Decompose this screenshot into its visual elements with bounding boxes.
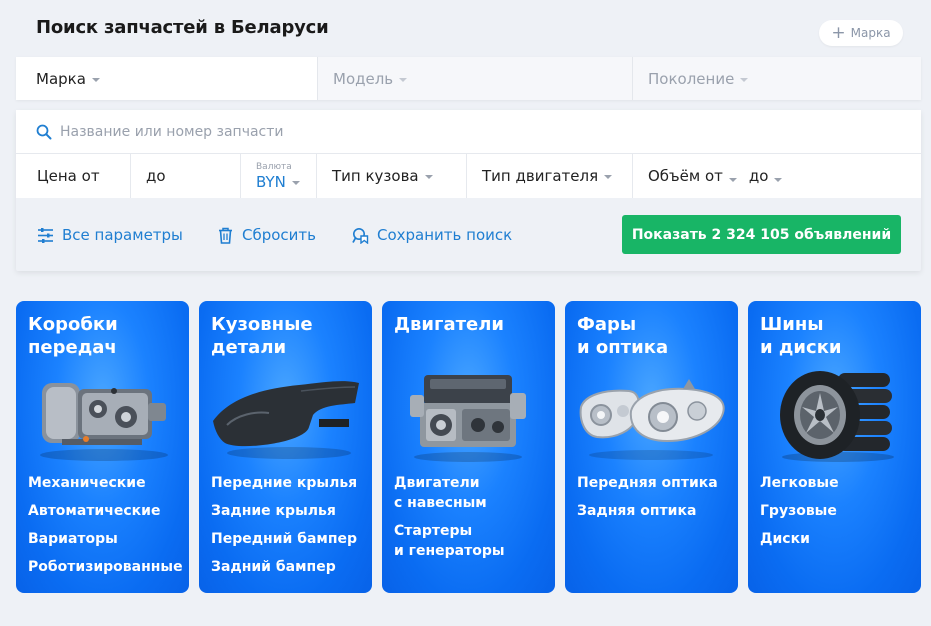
model-select[interactable]: Модель (317, 57, 632, 100)
category-link[interactable]: Задние крылья (211, 501, 357, 521)
category-link[interactable]: Вариаторы (28, 529, 183, 549)
brand-select[interactable]: Марка (16, 57, 317, 100)
gearbox-icon (40, 383, 168, 461)
currency-label: Валюта (256, 161, 292, 172)
car-fender-icon (213, 381, 359, 459)
save-search-button[interactable]: Сохранить поиск (352, 226, 512, 244)
tires-icon (780, 371, 894, 462)
add-brand-button[interactable]: + Марка (819, 20, 903, 46)
all-params-button[interactable]: Все параметры (37, 226, 183, 244)
currency-select[interactable]: Валюта BYN (240, 154, 316, 198)
vehicle-selectors: Марка Модель Поколение (16, 57, 921, 100)
category-title[interactable]: Двигатели (394, 313, 504, 336)
chevron-down-icon (728, 178, 737, 182)
price-from-input[interactable]: Цена от (16, 154, 130, 198)
category-link[interactable]: Двигатели с навесным (394, 473, 505, 513)
category-card-gearboxes[interactable]: Коробки передач Механические Автоматичес… (16, 301, 189, 593)
generation-select[interactable]: Поколение (632, 57, 921, 100)
body-type-select[interactable]: Тип кузова (316, 154, 466, 198)
category-cards: Коробки передач Механические Автоматичес… (16, 301, 921, 593)
headlights-icon (579, 379, 725, 460)
chevron-down-icon (604, 175, 613, 179)
category-link[interactable]: Грузовые (760, 501, 839, 521)
category-card-tires[interactable]: Шины и диски Легковые Грузовые Диски (748, 301, 921, 593)
body-type-label: Тип кузова (332, 167, 419, 185)
category-link[interactable]: Задняя оптика (577, 501, 718, 521)
volume-to-select[interactable]: до (749, 167, 783, 185)
category-link[interactable]: Передние крылья (211, 473, 357, 493)
category-link[interactable]: Механические (28, 473, 183, 493)
brand-select-label: Марка (36, 69, 86, 88)
category-card-body-parts[interactable]: Кузовные детали Передние крылья Задние к… (199, 301, 372, 593)
filters-row: Цена от до Валюта BYN Тип кузова Тип дви… (16, 154, 921, 198)
search-panel: Название или номер запчасти Цена от до В… (16, 110, 921, 271)
plus-icon: + (831, 22, 846, 43)
search-icon (36, 124, 52, 139)
trash-icon (219, 227, 232, 244)
show-results-button[interactable]: Показать 2 324 105 объявлений (622, 215, 901, 254)
save-search-icon (352, 227, 369, 244)
engine-type-select[interactable]: Тип двигателя (466, 154, 632, 198)
generation-select-label: Поколение (648, 69, 735, 88)
category-card-lights[interactable]: Фары и оптика Передняя оптика Задняя опт… (565, 301, 738, 593)
category-link[interactable]: Передний бампер (211, 529, 357, 549)
category-title[interactable]: Коробки передач (28, 313, 118, 359)
engine-type-label: Тип двигателя (482, 167, 599, 185)
volume-from-select[interactable]: Объём от (648, 167, 737, 185)
category-link[interactable]: Стартеры и генераторы (394, 521, 505, 561)
volume-from-label: Объём от (648, 167, 723, 185)
category-link[interactable]: Легковые (760, 473, 839, 493)
category-link[interactable]: Диски (760, 529, 839, 549)
category-links: Передняя оптика Задняя оптика (577, 473, 718, 529)
search-input[interactable]: Название или номер запчасти (16, 110, 921, 154)
volume-filter: Объём от до (632, 154, 921, 198)
category-title[interactable]: Кузовные детали (211, 313, 313, 359)
category-links: Легковые Грузовые Диски (760, 473, 839, 557)
actions-bar: Все параметры Сбросить Сохранить поиск П… (16, 198, 921, 271)
page-title: Поиск запчастей в Беларуси (36, 17, 329, 38)
price-to-input[interactable]: до (130, 154, 240, 198)
category-link[interactable]: Передняя оптика (577, 473, 718, 493)
model-select-label: Модель (333, 69, 394, 88)
volume-to-label: до (748, 167, 769, 185)
save-search-label: Сохранить поиск (377, 226, 513, 244)
search-placeholder: Название или номер запчасти (60, 123, 284, 140)
add-brand-label: Марка (850, 26, 891, 40)
price-from-label: Цена от (37, 167, 100, 185)
all-params-label: Все параметры (62, 226, 183, 244)
category-links: Механические Автоматические Вариаторы Ро… (28, 473, 183, 585)
price-to-label: до (146, 167, 166, 185)
category-links: Двигатели с навесным Стартеры и генерато… (394, 473, 505, 569)
category-links: Передние крылья Задние крылья Передний б… (211, 473, 357, 585)
sliders-icon (38, 227, 53, 243)
reset-label: Сбросить (242, 226, 316, 244)
category-title[interactable]: Шины и диски (760, 313, 842, 359)
reset-button[interactable]: Сбросить (217, 226, 316, 244)
category-title[interactable]: Фары и оптика (577, 313, 668, 359)
chevron-down-icon (399, 77, 408, 82)
category-card-engines[interactable]: Двигатели Двигатели с навесным Стартеры … (382, 301, 555, 593)
chevron-down-icon (774, 178, 783, 182)
engine-icon (410, 375, 526, 462)
category-link[interactable]: Роботизированные (28, 557, 183, 577)
category-link[interactable]: Автоматические (28, 501, 183, 521)
chevron-down-icon (424, 175, 433, 179)
currency-value: BYN (256, 172, 286, 191)
chevron-down-icon (291, 181, 300, 185)
chevron-down-icon (740, 77, 749, 82)
chevron-down-icon (91, 77, 100, 82)
category-link[interactable]: Задний бампер (211, 557, 357, 577)
